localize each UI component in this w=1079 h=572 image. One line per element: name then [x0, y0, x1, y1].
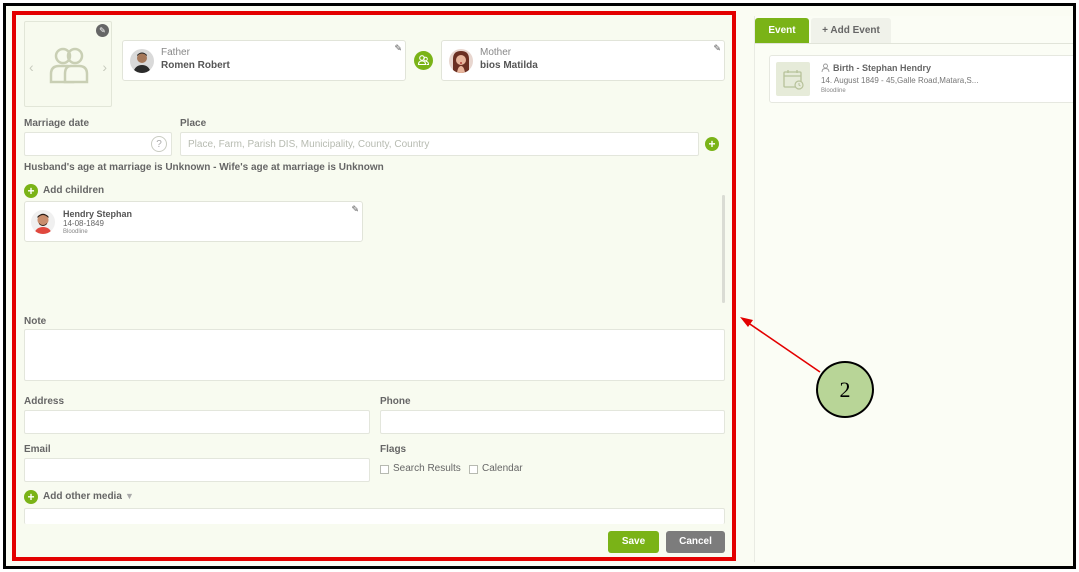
annotation-arrow: [740, 317, 821, 373]
annotation-number: 2: [816, 361, 874, 418]
